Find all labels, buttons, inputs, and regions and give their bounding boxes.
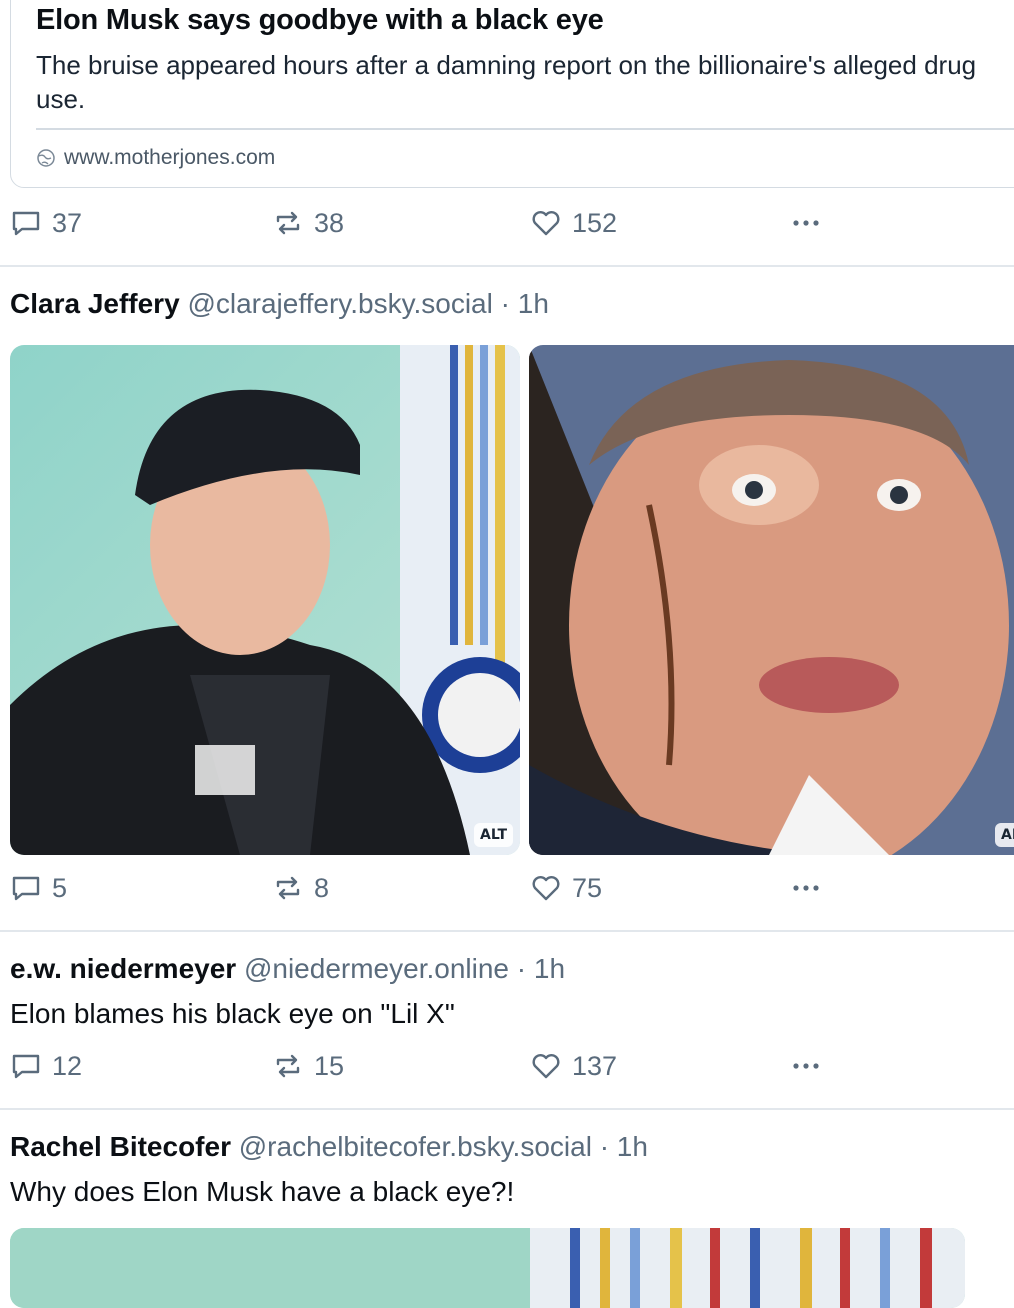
more-button[interactable] (790, 1050, 822, 1082)
link-card-title[interactable]: Elon Musk says goodbye with a black eye (36, 4, 604, 37)
post4-text: Why does Elon Musk have a black eye?! (10, 1176, 515, 1207)
like-icon (532, 1054, 560, 1079)
like-button[interactable]: 137 (530, 1050, 617, 1082)
person-photo-1 (10, 345, 520, 855)
repost-count: 8 (314, 872, 330, 903)
more-button[interactable] (790, 207, 822, 239)
link-card-divider (36, 128, 1014, 130)
like-button[interactable]: 152 (530, 207, 617, 239)
author-handle[interactable]: @rachelbitecofer.bsky.social (239, 1131, 592, 1162)
post2-actions: 5 8 75 (10, 872, 870, 908)
person-photo-2 (529, 345, 1014, 855)
post4-image[interactable] (10, 1228, 965, 1308)
more-button[interactable] (790, 872, 822, 904)
reply-count: 37 (52, 207, 83, 238)
reply-count: 12 (52, 1050, 83, 1081)
repost-button[interactable]: 38 (272, 207, 344, 239)
post3-actions: 12 15 137 (10, 1050, 870, 1086)
link-card-description: The bruise appeared hours after a damnin… (36, 50, 977, 114)
reply-button[interactable]: 37 (10, 207, 82, 239)
globe-icon (37, 149, 55, 167)
repost-count: 38 (314, 207, 345, 238)
link-card-domain-text: www.motherjones.com (64, 146, 276, 169)
post-divider (0, 930, 1014, 932)
person-photo-3 (10, 1228, 965, 1308)
post4-author-line: Rachel Bitecofer @rachelbitecofer.bsky.s… (10, 1131, 648, 1163)
reply-icon (12, 1054, 40, 1079)
post-divider (0, 265, 1014, 267)
repost-icon (276, 1054, 300, 1078)
reply-button[interactable]: 12 (10, 1050, 82, 1082)
author-name[interactable]: Rachel Bitecofer (10, 1131, 231, 1162)
post-time: · 1h (500, 288, 549, 319)
repost-icon (276, 876, 300, 900)
like-button[interactable]: 75 (530, 872, 602, 904)
alt-badge[interactable]: ALT (474, 823, 513, 847)
like-count: 75 (572, 872, 603, 903)
more-icon (793, 1063, 819, 1069)
reply-button[interactable]: 5 (10, 872, 67, 904)
post-time: · 1h (516, 953, 566, 984)
alt-badge[interactable]: AL (995, 823, 1014, 847)
post-time: · 1h (599, 1131, 648, 1162)
post-divider (0, 1108, 1014, 1110)
post3-author-line: e.w. niedermeyer @niedermeyer.online · 1… (10, 953, 565, 985)
repost-button[interactable]: 8 (272, 872, 329, 904)
author-handle[interactable]: @clarajeffery.bsky.social (187, 288, 492, 319)
reply-count: 5 (52, 872, 68, 903)
more-icon (793, 220, 819, 226)
post3-text: Elon blames his black eye on "Lil X" (10, 998, 455, 1029)
post1-actions: 37 38 152 (10, 207, 870, 243)
post2-image-2[interactable]: AL (529, 345, 1014, 855)
author-name[interactable]: e.w. niedermeyer (10, 953, 236, 984)
author-handle[interactable]: @niedermeyer.online (244, 953, 509, 984)
repost-count: 15 (314, 1050, 345, 1081)
like-count: 152 (572, 207, 618, 238)
like-icon (532, 211, 560, 236)
post2-image-1[interactable]: ALT (10, 345, 520, 855)
like-count: 137 (572, 1050, 618, 1081)
author-name[interactable]: Clara Jeffery (10, 288, 180, 319)
like-icon (532, 876, 560, 901)
repost-icon (276, 211, 300, 235)
reply-icon (12, 211, 40, 236)
post2-author-line: Clara Jeffery @clarajeffery.bsky.social … (10, 288, 549, 320)
link-card-domain[interactable]: www.motherjones.com (36, 146, 275, 170)
more-icon (793, 885, 819, 891)
reply-icon (12, 876, 40, 901)
repost-button[interactable]: 15 (272, 1050, 344, 1082)
